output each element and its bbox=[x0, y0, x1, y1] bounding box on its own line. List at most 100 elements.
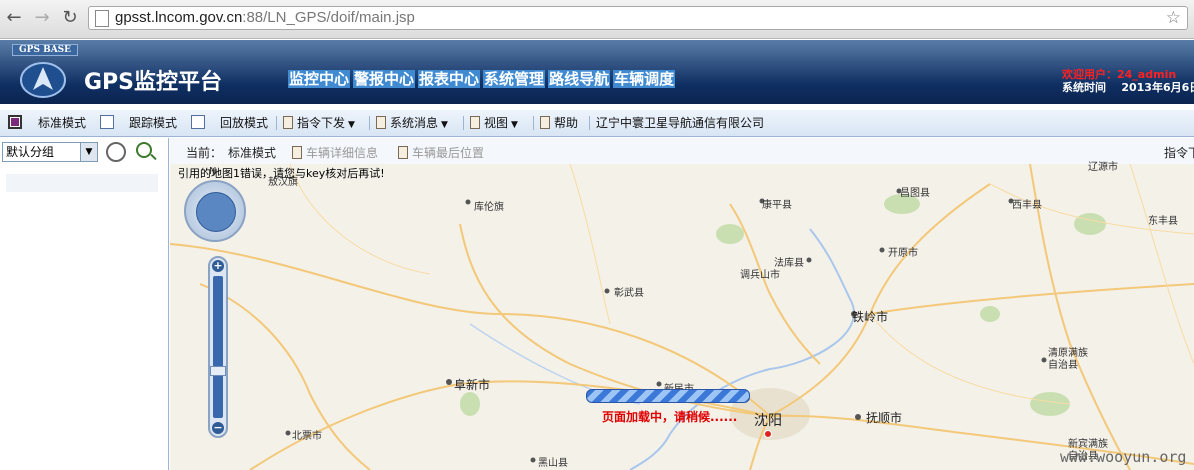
place-beipiao: 北票市 bbox=[292, 431, 322, 442]
gps-base-badge: GPS BASE bbox=[12, 44, 79, 56]
view-label: 视图 bbox=[484, 116, 509, 130]
place-kulun: 库伦旗 bbox=[474, 202, 504, 213]
clipboard-icon bbox=[283, 116, 293, 129]
compass-icon[interactable] bbox=[196, 192, 236, 232]
place-kangping: 康平县 bbox=[762, 200, 792, 211]
place-diaobingshan: 调兵山市 bbox=[740, 270, 780, 281]
back-arrow-icon[interactable]: ← bbox=[4, 8, 24, 28]
chevron-down-icon: ▼ bbox=[511, 120, 518, 130]
current-label: 当前： bbox=[186, 146, 223, 160]
track-mode-checkbox[interactable] bbox=[100, 115, 114, 129]
clipboard-icon bbox=[376, 116, 386, 129]
place-shenyang: 沈阳 bbox=[754, 413, 782, 429]
search-icon[interactable] bbox=[136, 142, 152, 158]
app-header: GPS BASE GPS监控平台 监控中心 警报中心 报表中心 系统管理 路线导… bbox=[0, 40, 1194, 104]
toolbar-divider bbox=[369, 116, 370, 130]
standard-mode-label: 标准模式 bbox=[38, 116, 87, 130]
vehicle-detail-label: 车辆详细信息 bbox=[306, 146, 379, 160]
place-fuxin: 阜新市 bbox=[454, 378, 491, 392]
reload-icon[interactable]: ↻ bbox=[60, 8, 80, 28]
compass-north-label: N bbox=[209, 166, 217, 177]
vehicle-tree-panel: 默认分组 ▼ bbox=[0, 138, 169, 470]
forward-arrow-icon[interactable]: → bbox=[32, 8, 52, 28]
toolbar-divider bbox=[276, 116, 277, 130]
replay-mode-label: 回放模式 bbox=[220, 116, 269, 130]
loading-text: 页面加载中，请稍候...... bbox=[602, 410, 738, 424]
map-status-bar: 当前： 标准模式 车辆详细信息 车辆最后位置 指令下 bbox=[170, 138, 1194, 165]
current-mode: 标准模式 bbox=[228, 146, 277, 160]
settings-icon[interactable] bbox=[106, 142, 126, 162]
menu-system-management[interactable]: 系统管理 bbox=[483, 70, 546, 88]
watermark: www.wooyun.org bbox=[1060, 448, 1187, 466]
place-heishan: 黑山县 bbox=[538, 458, 568, 469]
tree-root-row[interactable] bbox=[6, 174, 158, 192]
system-msg-menu[interactable]: 系统消息 ▼ bbox=[376, 115, 448, 131]
chevron-down-icon: ▼ bbox=[348, 120, 355, 130]
command-label: 指令下发 bbox=[297, 116, 346, 130]
shenyang-marker bbox=[764, 430, 772, 438]
forest-patch bbox=[1030, 392, 1070, 416]
browser-toolbar: ← → ↻ gpsst.lncom.gov.cn:88/LN_GPS/doif/… bbox=[0, 0, 1194, 39]
place-changtu: 昌图县 bbox=[900, 188, 930, 199]
vehicle-last-pos-label: 车辆最后位置 bbox=[412, 146, 485, 160]
address-bar[interactable]: gpsst.lncom.gov.cn:88/LN_GPS/doif/main.j… bbox=[88, 6, 1188, 30]
forest-patch bbox=[716, 224, 744, 244]
menu-monitor-center[interactable]: 监控中心 bbox=[288, 70, 351, 88]
standard-mode-checkbox[interactable] bbox=[8, 115, 22, 129]
page-icon bbox=[95, 10, 109, 27]
menu-report-center[interactable]: 报表中心 bbox=[418, 70, 481, 88]
mode-toolbar: 标准模式 跟踪模式 回放模式 指令下发 ▼ 系统消息 ▼ 视图 ▼ 帮助 辽宁中寰卫星… bbox=[0, 110, 1194, 137]
help-label: 帮助 bbox=[554, 116, 579, 130]
menu-route-navigation[interactable]: 路线导航 bbox=[548, 70, 611, 88]
url-path: :88/LN_GPS/doif/main.jsp bbox=[242, 9, 415, 26]
group-select-value: 默认分组 bbox=[6, 145, 55, 159]
welcome-user: 欢迎用户：24_admin bbox=[1062, 68, 1177, 81]
zoom-track[interactable] bbox=[213, 276, 223, 418]
toolbar-divider bbox=[463, 116, 464, 130]
clipboard-icon bbox=[540, 116, 550, 129]
forest-patch bbox=[460, 392, 480, 416]
user-info: 欢迎用户：24_admin 系统时间 2013年6月6日 bbox=[1062, 68, 1194, 94]
help-menu[interactable]: 帮助 bbox=[540, 115, 578, 131]
group-select[interactable]: 默认分组 ▼ bbox=[2, 142, 98, 162]
forest-patch bbox=[1074, 213, 1106, 235]
zoom-slider[interactable]: + − bbox=[208, 256, 228, 438]
app-title: GPS监控平台 bbox=[84, 70, 223, 95]
place-dongfeng: 东丰县 bbox=[1148, 216, 1178, 227]
company-name: 辽宁中寰卫星导航通信有限公司 bbox=[596, 116, 765, 130]
place-liaoyuan: 辽源市 bbox=[1088, 162, 1118, 173]
map-area[interactable]: 当前： 标准模式 车辆详细信息 车辆最后位置 指令下 bbox=[170, 138, 1194, 470]
bookmark-star-icon[interactable]: ☆ bbox=[1166, 8, 1181, 28]
chevron-down-icon: ▼ bbox=[80, 143, 97, 161]
chevron-down-icon: ▼ bbox=[441, 120, 448, 130]
place-xifeng: 西丰县 bbox=[1012, 200, 1042, 211]
clipboard-icon bbox=[470, 116, 480, 129]
document-icon bbox=[292, 146, 302, 159]
view-menu[interactable]: 视图 ▼ bbox=[470, 115, 518, 131]
zoom-thumb[interactable] bbox=[210, 366, 226, 376]
system-msg-label: 系统消息 bbox=[390, 116, 439, 130]
map-pan-control[interactable] bbox=[184, 180, 246, 242]
vehicle-last-pos-button[interactable]: 车辆最后位置 bbox=[398, 144, 484, 161]
forest-patch bbox=[980, 306, 1000, 322]
place-kaiyuan: 开原市 bbox=[888, 248, 918, 259]
command-menu[interactable]: 指令下发 ▼ bbox=[283, 115, 355, 131]
url-host: gpsst.lncom.gov.cn bbox=[115, 9, 243, 26]
vehicle-detail-button[interactable]: 车辆详细信息 bbox=[292, 144, 378, 161]
place-qingyuan: 清原满族 自治县 bbox=[1048, 348, 1088, 371]
toolbar-divider bbox=[589, 116, 590, 130]
zoom-in-icon[interactable]: + bbox=[212, 260, 224, 272]
document-icon bbox=[398, 146, 408, 159]
system-time-value: 2013年6月6日 bbox=[1121, 81, 1194, 94]
zoom-out-icon[interactable]: − bbox=[212, 422, 224, 434]
replay-mode-checkbox[interactable] bbox=[191, 115, 205, 129]
track-mode-label: 跟踪模式 bbox=[129, 116, 178, 130]
place-fushun: 抚顺市 bbox=[866, 411, 903, 425]
menu-alarm-center[interactable]: 警报中心 bbox=[353, 70, 416, 88]
toolbar-divider bbox=[533, 116, 534, 130]
app-logo-icon bbox=[20, 62, 66, 98]
main-menu: 监控中心 警报中心 报表中心 系统管理 路线导航 车辆调度 bbox=[288, 70, 676, 88]
menu-vehicle-dispatch[interactable]: 车辆调度 bbox=[613, 70, 676, 88]
place-tieling: 铁岭市 bbox=[852, 310, 889, 324]
loading-progress-bar bbox=[586, 389, 750, 403]
